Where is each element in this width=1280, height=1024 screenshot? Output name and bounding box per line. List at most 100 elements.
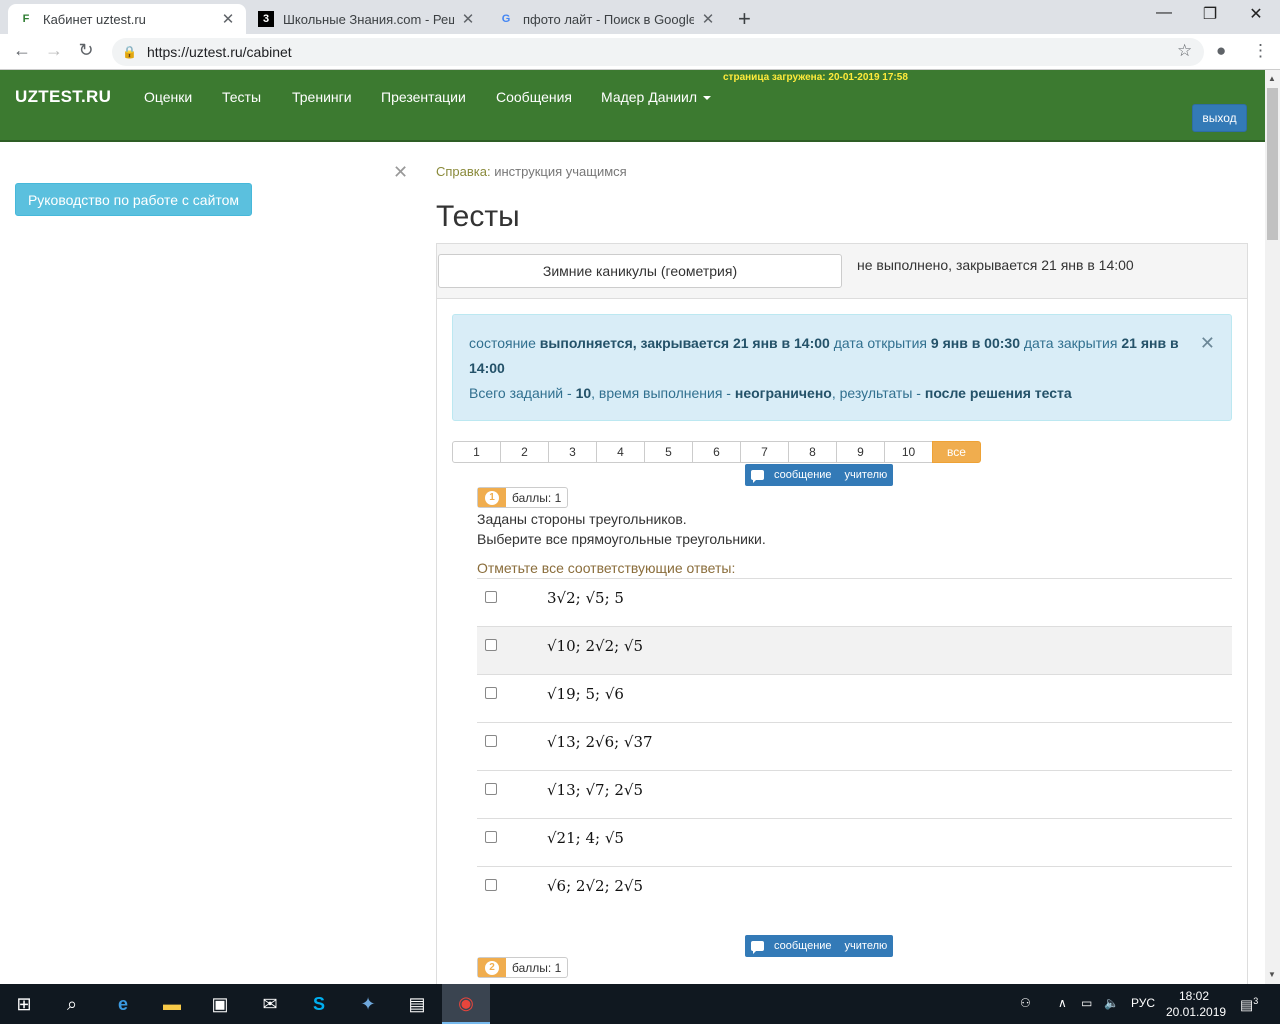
url-text: https://uztest.ru/cabinet	[146, 44, 292, 60]
scroll-up-icon[interactable]: ▲	[1268, 74, 1276, 83]
close-tab-icon[interactable]: ✕	[460, 10, 476, 28]
answer-checkbox[interactable]	[485, 735, 497, 747]
chrome-icon[interactable]: ◉	[442, 984, 490, 1024]
answer-option: 3√2; √5; 5	[477, 578, 1232, 626]
tab-google[interactable]: G пфото лайт - Поиск в Google ✕	[488, 4, 726, 34]
page-title: Тесты	[436, 200, 520, 233]
taskbar-clock[interactable]: 18:02 20.01.2019	[1166, 988, 1226, 1020]
scroll-down-icon[interactable]: ▼	[1268, 970, 1276, 979]
info-close-icon[interactable]: ✕	[1200, 331, 1215, 356]
help-link[interactable]: инструкция учащимся	[494, 164, 626, 179]
answer-checkbox[interactable]	[485, 783, 497, 795]
question-number: 1	[478, 488, 506, 507]
menu-messages[interactable]: Сообщения	[496, 89, 572, 105]
close-tab-icon[interactable]: ✕	[220, 10, 236, 28]
app-icon[interactable]: ✦	[344, 984, 392, 1024]
msg-word1: сообщение	[774, 469, 832, 481]
results-value: после решения теста	[924, 385, 1072, 401]
browser-toolbar: ← → ↻ 🔒 https://uztest.ru/cabinet ☆ ● ⋮	[0, 34, 1280, 70]
notifications-icon[interactable]: ▤3	[1240, 996, 1258, 1014]
site-header: UZTEST.RU Оценки Тесты Тренинги Презента…	[0, 70, 1265, 142]
pager-item[interactable]: 8	[788, 441, 837, 463]
pager-item[interactable]: 6	[692, 441, 741, 463]
test-panel-header: Зимние каникулы (геометрия) не выполнено…	[437, 244, 1247, 299]
windows-start-icon[interactable]: ⊞	[0, 984, 48, 1024]
browser-tabbar: F Кабинет uztest.ru ✕ 3 Школьные Знания.…	[0, 0, 1280, 34]
people-icon[interactable]: ⚇	[1020, 996, 1031, 1010]
pager-all[interactable]: все	[932, 441, 981, 463]
restore-icon[interactable]: ❐	[1187, 4, 1233, 24]
file-explorer-icon[interactable]: ▬	[148, 984, 196, 1024]
answer-checkbox[interactable]	[485, 879, 497, 891]
message-teacher-button[interactable]: сообщение учителю	[745, 464, 893, 486]
language-indicator[interactable]: РУС	[1131, 996, 1155, 1010]
forward-icon[interactable]: →	[42, 40, 66, 61]
caret-down-icon	[702, 96, 711, 101]
answer-text: √13; 2√6; √37	[547, 733, 653, 751]
network-icon[interactable]: ▭	[1081, 996, 1092, 1010]
pager-item[interactable]: 10	[884, 441, 933, 463]
message-teacher-button[interactable]: сообщение учителю	[745, 935, 893, 957]
window-close-icon[interactable]: ✕	[1233, 4, 1279, 24]
menu-tests[interactable]: Тесты	[222, 89, 261, 105]
clock-time: 18:02	[1178, 989, 1210, 1003]
menu-user[interactable]: Мадер Даниил	[601, 89, 711, 105]
answer-option: √13; √7; 2√5	[477, 770, 1232, 818]
site-guide-button[interactable]: Руководство по работе с сайтом	[15, 183, 252, 216]
pager-item[interactable]: 1	[452, 441, 501, 463]
new-tab-icon[interactable]: +	[738, 6, 751, 32]
page-scrollbar[interactable]: ▲ ▼	[1265, 70, 1280, 984]
notification-count: 3	[1253, 996, 1259, 1006]
answer-option: √19; 5; √6	[477, 674, 1232, 722]
taskbar: ⊞ ⌕ e ▬ ▣ ✉ S ✦ ▤ ◉ ⚇ ∧ ▭ 🔈 РУС 18:02 20…	[0, 984, 1280, 1024]
pager-item[interactable]: 3	[548, 441, 597, 463]
logout-button[interactable]: выход	[1192, 104, 1247, 132]
scroll-thumb[interactable]	[1267, 88, 1278, 240]
close-tab-icon[interactable]: ✕	[700, 10, 716, 28]
pager-item[interactable]: 7	[740, 441, 789, 463]
app-window-icon[interactable]: ▤	[393, 984, 441, 1024]
skype-icon[interactable]: S	[295, 984, 343, 1024]
tab-title: Кабинет uztest.ru	[43, 11, 146, 27]
answer-checkbox[interactable]	[485, 687, 497, 699]
brand-logo[interactable]: UZTEST.RU	[15, 87, 111, 107]
menu-grades[interactable]: Оценки	[144, 89, 192, 105]
answer-text: √6; 2√2; 2√5	[547, 877, 644, 895]
search-icon[interactable]: ⌕	[48, 984, 96, 1024]
menu-presentations[interactable]: Презентации	[381, 89, 466, 105]
msg-word2: учителю	[844, 469, 888, 481]
question-text-line2: Выберите все прямоугольные треугольники.	[477, 531, 766, 547]
answer-checkbox[interactable]	[485, 639, 497, 651]
test-name-button[interactable]: Зимние каникулы (геометрия)	[438, 254, 842, 288]
profile-icon[interactable]: ●	[1216, 41, 1226, 61]
close-label: дата закрытия	[1023, 335, 1118, 351]
pager-item[interactable]: 4	[596, 441, 645, 463]
pager-item[interactable]: 2	[500, 441, 549, 463]
tab-znania[interactable]: 3 Школьные Знания.com - Решае ✕	[248, 4, 486, 34]
back-icon[interactable]: ←	[10, 40, 34, 61]
question-pager: 1 2 3 4 5 6 7 8 9 10 все	[452, 441, 981, 463]
menu-trainings[interactable]: Тренинги	[292, 89, 352, 105]
sidebar-close-icon[interactable]: ✕	[393, 162, 408, 183]
test-panel: Зимние каникулы (геометрия) не выполнено…	[436, 243, 1248, 984]
reload-icon[interactable]: ↻	[74, 40, 98, 61]
volume-icon[interactable]: 🔈	[1104, 996, 1119, 1010]
pager-item[interactable]: 5	[644, 441, 693, 463]
store-icon[interactable]: ▣	[196, 984, 244, 1024]
address-bar[interactable]: 🔒 https://uztest.ru/cabinet	[112, 38, 1204, 66]
tab-uztest[interactable]: F Кабинет uztest.ru ✕	[8, 4, 246, 34]
answer-option: √13; 2√6; √37	[477, 722, 1232, 770]
answer-checkbox[interactable]	[485, 831, 497, 843]
tab-title: Школьные Знания.com - Решае	[283, 11, 454, 27]
menu-dots-icon[interactable]: ⋮	[1252, 41, 1269, 61]
edge-icon[interactable]: e	[99, 984, 147, 1024]
mail-icon[interactable]: ✉	[246, 984, 294, 1024]
answer-checkbox[interactable]	[485, 591, 497, 603]
answer-list: 3√2; √5; 5 √10; 2√2; √5 √19; 5; √6 √13; …	[477, 578, 1232, 914]
bookmark-star-icon[interactable]: ☆	[1177, 41, 1192, 61]
minimize-icon[interactable]: —	[1141, 4, 1187, 22]
pager-item[interactable]: 9	[836, 441, 885, 463]
tray-chevron-icon[interactable]: ∧	[1058, 996, 1067, 1010]
uztest-favicon-icon: F	[22, 13, 30, 25]
time-value: неограничено	[734, 385, 832, 401]
